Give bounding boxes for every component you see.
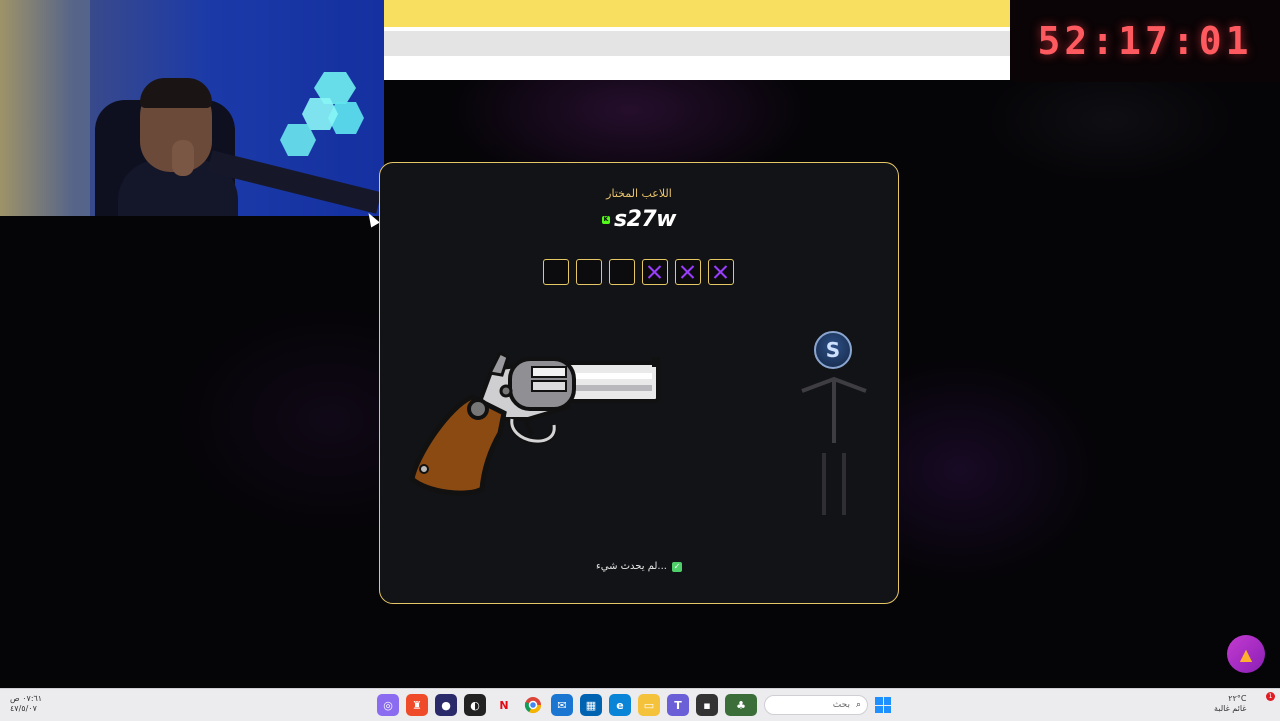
store-icon[interactable]: ▦ (580, 694, 602, 716)
webcam-person-hair (140, 78, 212, 108)
browser-window-strip (384, 0, 1010, 80)
taskbar-search-box[interactable]: بحث ⌕ (764, 695, 868, 715)
github-icon[interactable]: ◐ (464, 694, 486, 716)
stick-figure-icon (801, 376, 867, 515)
clock-date: ٤٧/٥/٠٧ (10, 704, 37, 713)
cat-icon: ▲ (1239, 644, 1253, 664)
player-row: K s27w (380, 207, 898, 232)
kick-platform-icon: K (601, 215, 610, 224)
webcam-overlay (0, 0, 384, 216)
cat-fab-button[interactable]: ▲ (1227, 635, 1265, 673)
chrome-icon[interactable] (522, 694, 544, 716)
check-icon: ✓ (671, 561, 682, 572)
terminal-icon[interactable]: ▪ (696, 694, 718, 716)
outlook-icon[interactable]: ✉ (551, 694, 573, 716)
player-name: s27w (613, 207, 677, 232)
roulette-game-card: اللاعب المختار K s27w S لم يحدث شيء... ✓ (379, 162, 899, 604)
edge-icon[interactable]: e (609, 694, 631, 716)
chamber-slot-empty (609, 259, 635, 285)
chamber-slot-used (642, 259, 668, 285)
weather-temp: ٢٢°C (1228, 694, 1247, 703)
player-avatar: S (814, 331, 852, 369)
hexagon-light-icon (280, 72, 364, 156)
timer-value: 52:17:01 (1037, 19, 1253, 63)
file-explorer-icon[interactable]: ▭ (638, 694, 660, 716)
weather-desc: غائم غالبة (1214, 704, 1247, 713)
obs-icon[interactable]: ● (435, 694, 457, 716)
stream-timer: 52:17:01 (1010, 0, 1280, 82)
chamber-slot-used (675, 259, 701, 285)
revolver-icon (409, 350, 660, 496)
chamber-slot-empty (543, 259, 569, 285)
browser-address-area[interactable] (384, 31, 1010, 56)
search-icon: ⌕ (855, 700, 861, 710)
netflix-icon[interactable]: N (493, 694, 515, 716)
webcam-curtain (0, 0, 90, 216)
notification-badge[interactable]: 1 (1266, 692, 1275, 701)
chamber-slot-used (708, 259, 734, 285)
copilot-icon[interactable]: ◎ (377, 694, 399, 716)
status-row: لم يحدث شيء... ✓ (380, 561, 898, 572)
widgets-landscape-icon[interactable]: ♣ (725, 694, 757, 716)
webcam-person-hand (172, 140, 194, 176)
browser-banner (384, 0, 1010, 27)
taskbar-clock[interactable]: ٠٧:٦١ ص ٤٧/٥/٠٧ (10, 694, 42, 714)
taskbar-app-icons: ◎ ♜ ● ◐ N ✉ ▦ e ▭ T ▪ ♣ بحث ⌕ (377, 694, 891, 716)
status-text: لم يحدث شيء... (596, 561, 667, 572)
search-placeholder: بحث (832, 700, 850, 710)
clock-time: ٠٧:٦١ ص (10, 694, 43, 703)
chamber-slot-empty (576, 259, 602, 285)
chamber-slots (543, 259, 734, 285)
teams-icon[interactable]: T (667, 694, 689, 716)
windows-start-icon[interactable] (875, 697, 891, 713)
chosen-player-label: اللاعب المختار (606, 187, 672, 200)
windows-taskbar: ٠٧:٦١ ص ٤٧/٥/٠٧ ◎ ♜ ● ◐ N ✉ ▦ e ▭ T ▪ ♣ … (0, 688, 1280, 721)
brave-browser-icon[interactable]: ♜ (406, 694, 428, 716)
taskbar-weather[interactable]: ٢٢°C غائم غالبة (1214, 694, 1246, 714)
